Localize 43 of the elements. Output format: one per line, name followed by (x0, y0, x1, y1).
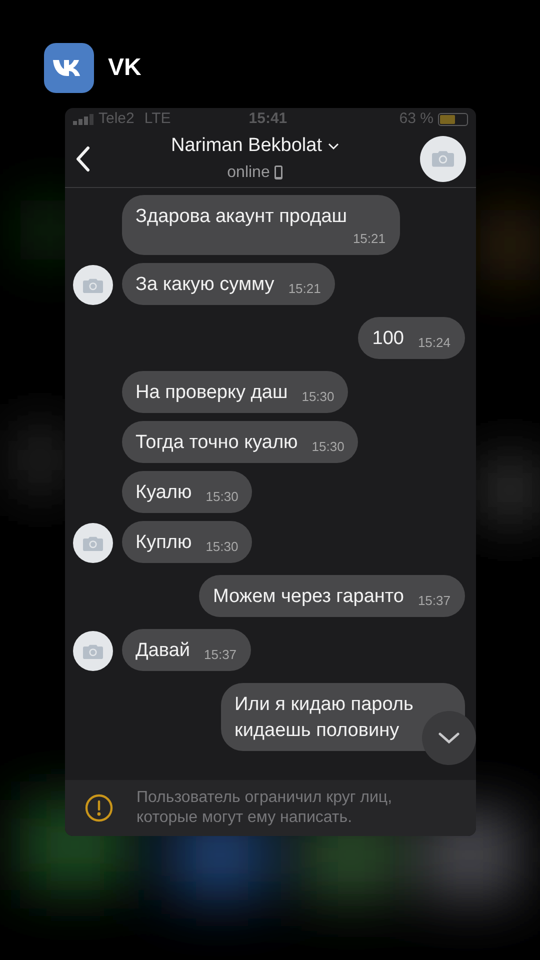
chevron-down-icon[interactable] (328, 143, 340, 150)
message-time: 15:37 (204, 646, 237, 664)
message-time: 15:21 (352, 230, 386, 248)
message-time: 15:37 (418, 592, 450, 610)
back-icon[interactable] (74, 146, 90, 172)
message-text: Куплю (136, 532, 192, 553)
message-text: 100 (372, 328, 404, 349)
camera-icon (82, 278, 102, 292)
message-time: 15:30 (302, 388, 334, 406)
message-text: На проверку даш (136, 382, 288, 403)
message-text: Или я кидаю пароль кидаешь половину (234, 694, 414, 741)
message-time: 15:21 (288, 280, 321, 298)
clock: 15:41 (248, 108, 288, 129)
carrier: Tele2 (98, 108, 134, 129)
message-text: Можем через гаранто (213, 586, 404, 607)
camera-icon (432, 150, 454, 167)
battery-icon (438, 112, 468, 126)
battery-percent: 63 % (399, 108, 434, 129)
camera-icon (82, 644, 102, 658)
avatar[interactable] (72, 523, 112, 563)
notice-text: Пользователь ограничил круг лиц, которые могут ему написать. (136, 788, 394, 828)
online-status: online (227, 162, 270, 183)
avatar[interactable] (72, 265, 112, 305)
warning-icon (84, 794, 112, 822)
network-type: LTE (144, 108, 171, 129)
phone-icon (274, 165, 283, 180)
message-text: Тогда точно куалю (136, 432, 298, 453)
message-text: Давай (136, 640, 190, 661)
message-time: 15:30 (206, 538, 238, 556)
message-time: 15:30 (312, 438, 344, 456)
chevron-down-icon (438, 732, 460, 744)
app-name: VK (108, 53, 142, 83)
message-text: За какую сумму (136, 274, 274, 295)
message-time: 15:30 (206, 488, 238, 506)
message-time: 15:24 (418, 334, 450, 352)
message-text: Куалю (136, 482, 192, 503)
message-text: Здарова акаунт продаш (136, 206, 348, 227)
signal-icon (72, 114, 94, 124)
avatar[interactable] (420, 136, 466, 182)
avatar[interactable] (72, 631, 112, 671)
contact-name[interactable]: Nariman Bekbolat (170, 132, 322, 161)
camera-icon (82, 536, 102, 550)
app-card[interactable] (64, 108, 476, 836)
